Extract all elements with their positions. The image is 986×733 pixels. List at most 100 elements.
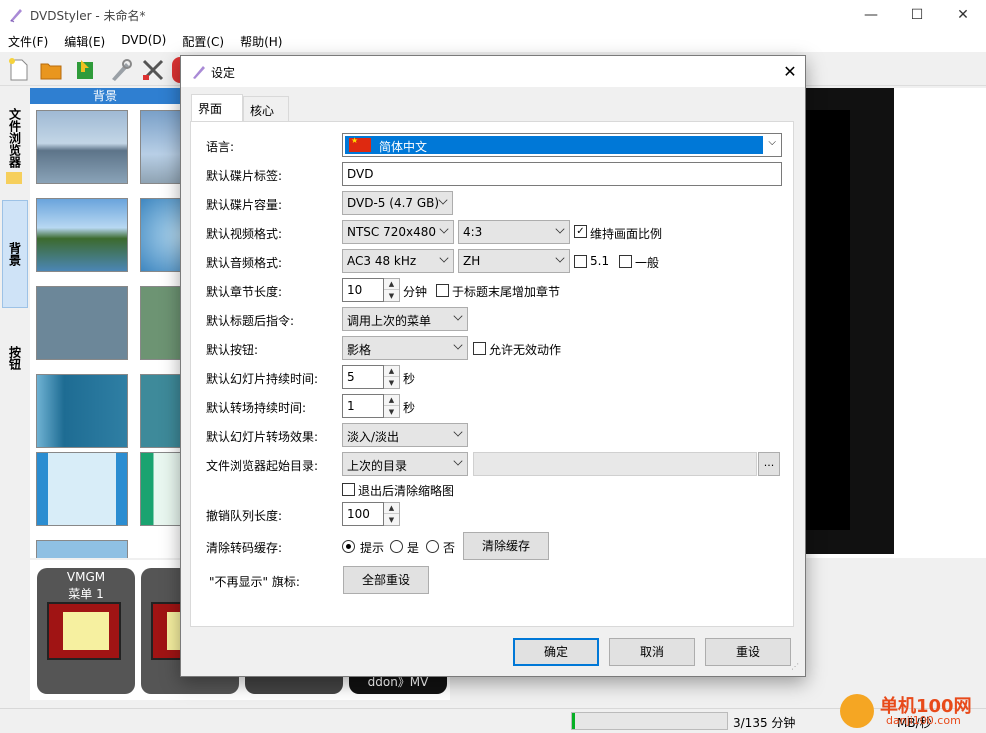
language-select[interactable]: 简体中文 ⌵ — [342, 133, 782, 157]
chapter-length-value[interactable]: 10 — [342, 278, 384, 302]
undo-length-spinner[interactable]: 100 ▲ ▼ — [342, 502, 400, 526]
video-format-select[interactable]: NTSC 720x480 — [342, 220, 454, 244]
language-selected: 简体中文 — [345, 136, 763, 154]
menu-help[interactable]: 帮助(H) — [232, 30, 290, 52]
reset-all-button[interactable]: 全部重设 — [343, 566, 429, 594]
menu-file[interactable]: 文件(F) — [0, 30, 56, 52]
background-thumbnail[interactable] — [140, 286, 180, 360]
close-window-icon[interactable]: ✕ — [940, 0, 986, 30]
spin-up-icon[interactable]: ▲ — [384, 395, 399, 406]
slide-transition-select[interactable]: 淡入/淡出 — [342, 423, 468, 447]
menu-config[interactable]: 配置(C) — [174, 30, 232, 52]
open-folder-icon[interactable] — [38, 57, 64, 83]
menubar: 文件(F) 编辑(E) DVD(D) 配置(C) 帮助(H) — [0, 30, 986, 52]
background-thumbnail[interactable] — [140, 110, 180, 184]
allow-invalid-label: 允许无效动作 — [489, 343, 562, 357]
slide-duration-spinner[interactable]: 5 ▲ ▼ — [342, 365, 400, 389]
browser-start-dir-path — [473, 452, 757, 476]
button-style-value: 影格 — [347, 343, 372, 357]
audio-format-select[interactable]: AC3 48 kHz — [342, 249, 454, 273]
surround-51-checkbox[interactable] — [574, 255, 587, 268]
add-chapter-end-checkbox[interactable] — [436, 284, 449, 297]
undo-length-value[interactable]: 100 — [342, 502, 384, 526]
background-thumbnail[interactable] — [140, 452, 180, 526]
background-thumbnail[interactable] — [36, 198, 128, 272]
normal-checkbox[interactable] — [619, 255, 632, 268]
background-thumbnail[interactable] — [140, 198, 180, 272]
clear-cache-button[interactable]: 清除缓存 — [463, 532, 549, 560]
slide-duration-value[interactable]: 5 — [342, 365, 384, 389]
spin-up-icon[interactable]: ▲ — [384, 279, 399, 290]
chevron-down-icon — [555, 224, 565, 234]
browser-start-dir-label: 文件浏览器起始目录: — [206, 459, 319, 473]
burn-icon[interactable] — [172, 57, 180, 83]
tab-buttons[interactable]: 按钮 — [2, 318, 28, 398]
dialog-close-icon[interactable]: ✕ — [775, 56, 805, 87]
tab-file-browser[interactable]: 文件浏览器 — [2, 98, 28, 178]
browse-button[interactable]: ... — [758, 452, 780, 476]
spin-down-icon[interactable]: ▼ — [384, 514, 399, 525]
browser-start-dir-select[interactable]: 上次的目录 — [342, 452, 468, 476]
chevron-down-icon — [439, 224, 449, 234]
background-thumbnail[interactable] — [36, 540, 128, 558]
vmgm-menu-card[interactable]: VMGM 菜单 1 — [37, 568, 135, 694]
background-thumbnail[interactable] — [36, 374, 128, 448]
tab-backgrounds[interactable]: 背景 — [2, 200, 28, 308]
menu-dvd[interactable]: DVD(D) — [113, 30, 174, 52]
allow-invalid-checkbox[interactable] — [473, 342, 486, 355]
transition-duration-spinner[interactable]: 1 ▲ ▼ — [342, 394, 400, 418]
radio-no[interactable] — [426, 540, 439, 553]
save-icon[interactable] — [72, 57, 98, 83]
keep-aspect-checkbox[interactable]: ✓ — [574, 225, 587, 238]
tab-interface[interactable]: 界面 — [191, 94, 243, 121]
disc-capacity-select[interactable]: DVD-5 (4.7 GB) — [342, 191, 453, 215]
radio-prompt[interactable] — [342, 540, 355, 553]
reset-button[interactable]: 重设 — [705, 638, 791, 666]
clear-cache-label: 清除转码缓存: — [206, 541, 283, 555]
spin-up-icon[interactable]: ▲ — [384, 503, 399, 514]
language-label: 语言: — [206, 140, 235, 154]
background-thumbnail[interactable] — [140, 374, 180, 448]
button-label: 默认按钮: — [206, 343, 259, 357]
spin-down-icon[interactable]: ▼ — [384, 290, 399, 301]
chevron-down-icon — [438, 195, 448, 205]
language-value: 简体中文 — [379, 140, 428, 154]
chevron-down-icon — [453, 340, 463, 350]
spin-up-icon[interactable]: ▲ — [384, 366, 399, 377]
radio-no-label: 否 — [443, 541, 456, 555]
disc-label-label: 默认碟片标签: — [206, 169, 283, 183]
transition-duration-unit: 秒 — [403, 401, 416, 415]
disc-label-input[interactable]: DVD — [342, 162, 782, 186]
button-style-select[interactable]: 影格 — [342, 336, 468, 360]
spin-down-icon[interactable]: ▼ — [384, 377, 399, 388]
background-thumbnail[interactable] — [36, 452, 128, 526]
main-titlebar: DVDStyler - 未命名* — ☐ ✕ — [0, 0, 986, 30]
minimize-icon[interactable]: — — [848, 0, 894, 30]
thumbnails-header: 背景 — [30, 88, 180, 104]
keep-aspect-label: 维持画面比例 — [590, 227, 663, 241]
ok-button[interactable]: 确定 — [513, 638, 599, 666]
chapter-length-label: 默认章节长度: — [206, 285, 283, 299]
cancel-button[interactable]: 取消 — [609, 638, 695, 666]
tab-core[interactable]: 核心 — [243, 96, 289, 121]
post-command-select[interactable]: 调用上次的菜单 — [342, 307, 468, 331]
audio-language-select[interactable]: ZH — [458, 249, 570, 273]
settings-wrench-icon[interactable] — [140, 57, 166, 83]
disc-usage-text: 3/135 分钟 — [733, 716, 796, 730]
menu-edit[interactable]: 编辑(E) — [56, 30, 113, 52]
background-thumbnail[interactable] — [36, 286, 128, 360]
aspect-ratio-select[interactable]: 4:3 — [458, 220, 570, 244]
background-thumbnail[interactable] — [36, 110, 128, 184]
radio-yes[interactable] — [390, 540, 403, 553]
maximize-icon[interactable]: ☐ — [894, 0, 940, 30]
resize-grip-icon[interactable]: ⋰ — [791, 662, 801, 672]
spin-down-icon[interactable]: ▼ — [384, 406, 399, 417]
tools-icon[interactable] — [108, 57, 134, 83]
disc-capacity-label: 默认碟片容量: — [206, 198, 283, 212]
clear-thumbs-checkbox[interactable] — [342, 483, 355, 496]
new-file-icon[interactable] — [6, 57, 32, 83]
chapter-length-spinner[interactable]: 10 ▲ ▼ — [342, 278, 400, 302]
aspect-ratio-value: 4:3 — [463, 225, 483, 239]
transition-duration-value[interactable]: 1 — [342, 394, 384, 418]
menu-1-label: 菜单 1 — [68, 587, 104, 601]
